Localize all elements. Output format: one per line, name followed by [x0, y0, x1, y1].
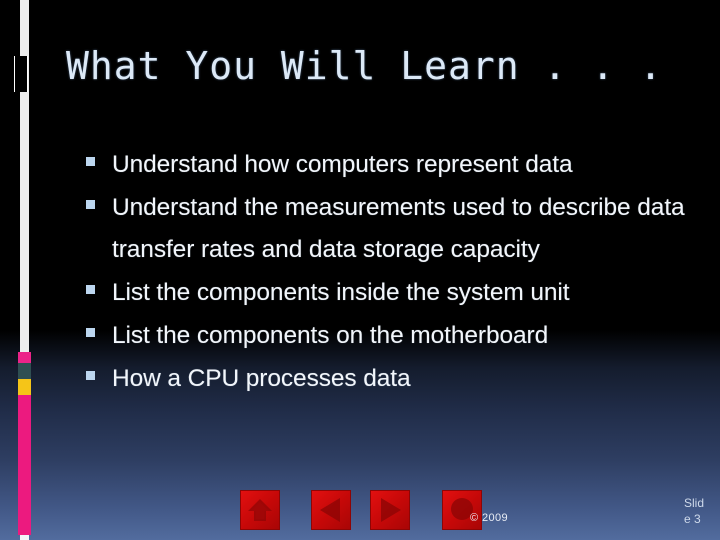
strip-black-block: [14, 56, 28, 92]
strip-segment-magenta-long: [18, 395, 31, 535]
triangle-right-icon: [381, 498, 401, 522]
slide-title: What You Will Learn . . .: [66, 44, 663, 88]
square-bullet-icon: [86, 285, 95, 294]
triangle-left-icon: [320, 498, 340, 522]
bullet-list: Understand how computers represent data …: [86, 144, 686, 401]
strip-segment-magenta-top: [18, 352, 31, 363]
home-icon: [248, 499, 272, 521]
list-item: List the components inside the system un…: [86, 272, 686, 314]
list-item-label: List the components on the motherboard: [112, 322, 549, 349]
square-bullet-icon: [86, 328, 95, 337]
list-item-label: List the components inside the system un…: [112, 279, 570, 306]
strip-segment-yellow: [18, 379, 31, 395]
list-item: List the components on the motherboard: [86, 315, 686, 357]
strip-segment-teal: [18, 363, 31, 379]
list-item: Understand how computers represent data: [86, 144, 686, 186]
list-item-label: How a CPU processes data: [112, 365, 411, 392]
next-button[interactable]: [370, 490, 410, 530]
list-item: Understand the measurements used to desc…: [86, 187, 686, 271]
presentation-slide: What You Will Learn . . . Understand how…: [0, 0, 720, 540]
home-button[interactable]: [240, 490, 280, 530]
list-item-label: Understand the measurements used to desc…: [112, 194, 685, 263]
copyright-text: © 2009: [470, 512, 509, 524]
previous-button[interactable]: [311, 490, 351, 530]
stop-button[interactable]: [442, 490, 482, 530]
square-bullet-icon: [86, 371, 95, 380]
list-item: How a CPU processes data: [86, 358, 686, 400]
square-bullet-icon: [86, 200, 95, 209]
square-bullet-icon: [86, 157, 95, 166]
list-item-label: Understand how computers represent data: [112, 151, 573, 178]
slide-number: Slide 3: [684, 496, 705, 526]
